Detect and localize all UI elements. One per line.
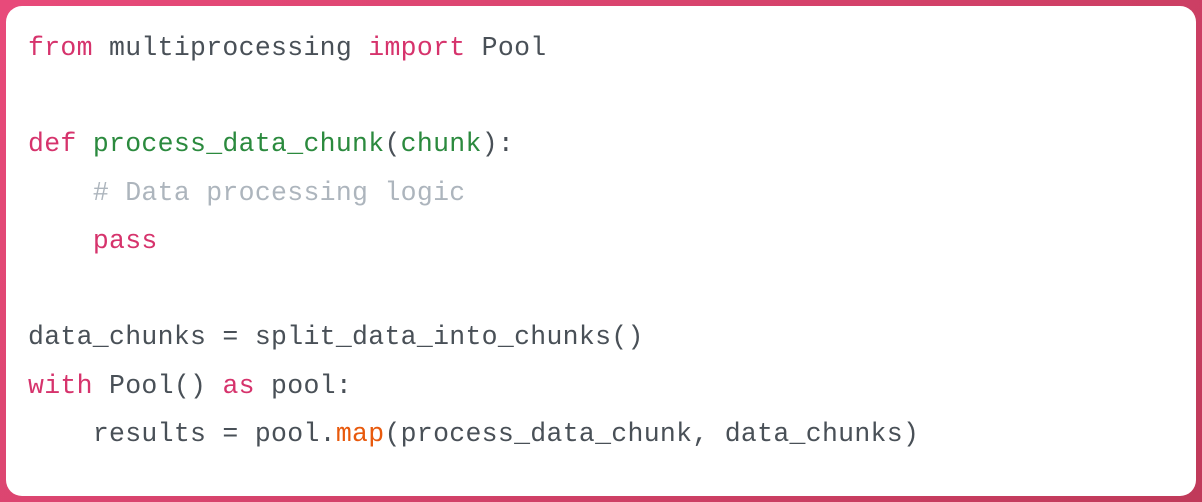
with-expr: Pool(): [93, 371, 223, 401]
indent: [28, 226, 93, 256]
keyword-with: with: [28, 371, 93, 401]
keyword-import: import: [368, 33, 465, 63]
space: [77, 129, 93, 159]
parameter: chunk: [401, 129, 482, 159]
module-name: multiprocessing: [93, 33, 368, 63]
keyword-as: as: [222, 371, 254, 401]
function-name: process_data_chunk: [93, 129, 385, 159]
code-block: from multiprocessing import Pool def pro…: [6, 6, 1196, 496]
indent: [28, 419, 93, 449]
import-name: Pool: [465, 33, 546, 63]
keyword-from: from: [28, 33, 93, 63]
code-content: from multiprocessing import Pool def pro…: [28, 24, 1174, 458]
paren-open: (: [384, 129, 400, 159]
indent: [28, 178, 93, 208]
keyword-pass: pass: [93, 226, 158, 256]
paren-close-colon: ):: [482, 129, 514, 159]
assignment-line: data_chunks = split_data_into_chunks(): [28, 322, 644, 352]
call-args: (process_data_chunk, data_chunks): [384, 419, 919, 449]
as-name: pool:: [255, 371, 352, 401]
method-map: map: [336, 419, 385, 449]
keyword-def: def: [28, 129, 77, 159]
results-assign: results = pool.: [93, 419, 336, 449]
comment: # Data processing logic: [93, 178, 466, 208]
